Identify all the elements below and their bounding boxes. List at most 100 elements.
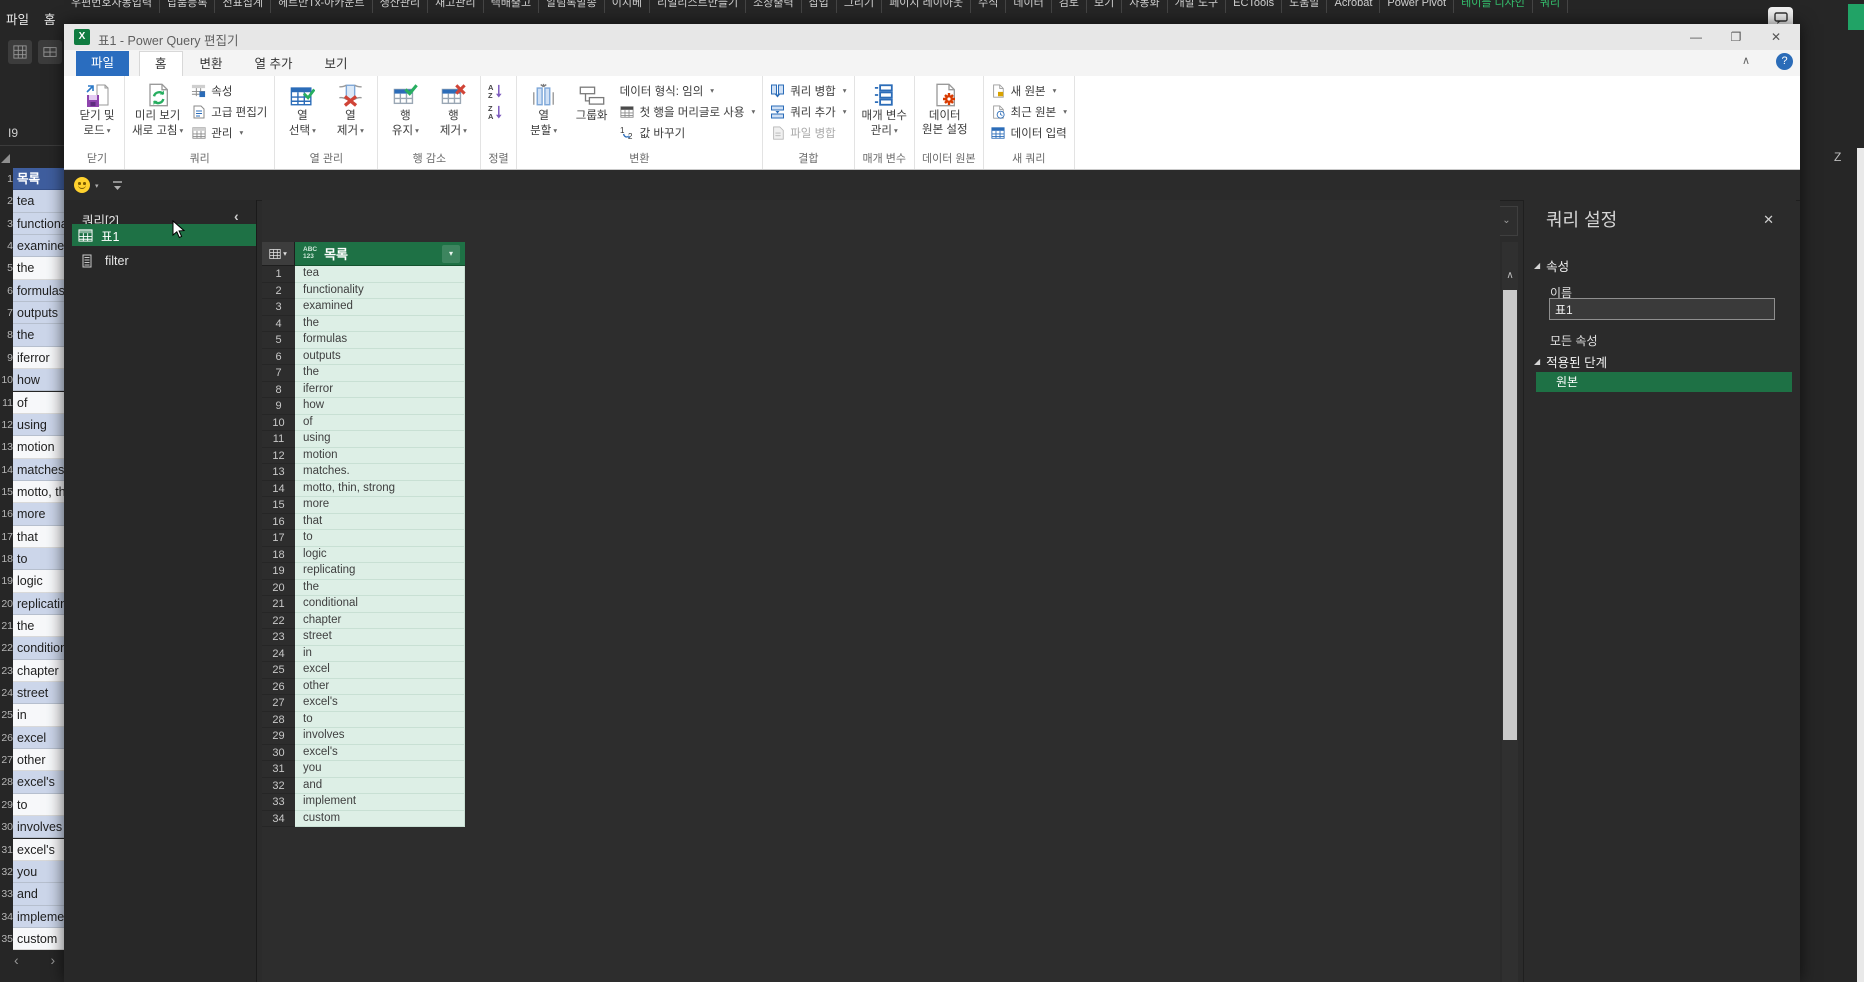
ribbon-button-변환-0[interactable]: 열 분할 ▾ xyxy=(520,77,568,149)
data-type-badge[interactable]: ABC 123 xyxy=(303,246,317,260)
grid-cell[interactable]: using xyxy=(295,431,465,448)
grid-cell[interactable]: motto, thin, strong xyxy=(295,480,465,497)
grid-cell[interactable]: involves xyxy=(295,728,465,745)
pq-menu-tab-1[interactable]: 홈 xyxy=(139,51,183,76)
excel-tab-11[interactable]: 삽입 xyxy=(802,0,837,13)
grid-cell[interactable]: of xyxy=(295,414,465,431)
excel-cell[interactable]: motto, thin, strong xyxy=(13,480,64,504)
row-number[interactable]: 2 xyxy=(262,283,295,299)
ribbon-collapse-icon[interactable]: ∧ xyxy=(1742,54,1750,67)
excel-tab-13[interactable]: 페이지 레이아웃 xyxy=(882,0,972,13)
ribbon-button-매개 변수-0[interactable]: 매개 변수 관리 ▾ xyxy=(858,77,912,149)
ribbon-button-데이터 형식: 임의[interactable]: 데이터 형식: 임의 ▾ xyxy=(616,80,760,101)
grid-cell[interactable]: logic xyxy=(295,546,465,563)
excel-tab-4[interactable]: 생산관리 xyxy=(373,0,429,13)
excel-cell[interactable]: you xyxy=(13,860,64,884)
excel-cell[interactable]: custom xyxy=(13,927,64,951)
ribbon-button-최근 원본[interactable]: 최근 원본 ▾ xyxy=(987,101,1071,122)
excel-cell[interactable]: to xyxy=(13,793,64,817)
excel-tab-9[interactable]: 리얼리스트만들기 xyxy=(650,0,747,13)
excel-tab-23[interactable]: Power Pivot xyxy=(1380,0,1455,13)
grid-cell[interactable]: more xyxy=(295,497,465,514)
excel-cell[interactable]: excel xyxy=(13,726,64,750)
excel-vertical-scrollbar[interactable] xyxy=(1857,148,1864,982)
row-number[interactable]: 9 xyxy=(262,398,295,415)
grid-cell[interactable]: matches. xyxy=(295,464,465,481)
excel-cell[interactable]: formulas xyxy=(13,279,64,303)
row-number[interactable]: 26 xyxy=(262,679,295,695)
excel-cell[interactable]: the xyxy=(13,615,64,638)
help-icon[interactable]: ? xyxy=(1776,53,1793,70)
row-number[interactable]: 24 xyxy=(262,646,295,662)
row-number[interactable]: 19 xyxy=(262,563,295,580)
row-number[interactable]: 13 xyxy=(262,464,295,481)
excel-tab-12[interactable]: 그리기 xyxy=(837,0,883,13)
row-number[interactable]: 27 xyxy=(262,695,295,712)
grid-cell[interactable]: outputs xyxy=(295,348,465,365)
pq-menu-tab-2[interactable]: 변환 xyxy=(185,52,238,76)
grid-cell[interactable]: custom xyxy=(295,810,465,827)
grid-cell[interactable]: you xyxy=(295,761,465,778)
grid-vertical-scrollbar[interactable]: ∧ xyxy=(1502,242,1518,982)
customize-qat-icon[interactable] xyxy=(112,179,123,197)
excel-tab-18[interactable]: 자동화 xyxy=(1122,0,1168,13)
excel-tab-15[interactable]: 데이터 xyxy=(1006,0,1052,13)
ribbon-button-sort-az-icon[interactable]: AZ xyxy=(484,80,507,101)
excel-cell[interactable]: motion xyxy=(13,436,64,459)
pq-menu-tab-0[interactable]: 파일 xyxy=(76,51,130,76)
excel-cell[interactable]: the xyxy=(13,257,64,280)
row-number[interactable]: 33 xyxy=(262,794,295,811)
row-number[interactable]: 6 xyxy=(262,349,295,365)
excel-tab-3[interactable]: 헤르만Tx-아카운트 xyxy=(271,0,373,13)
excel-cell[interactable]: excel's xyxy=(13,771,64,794)
grid-cell[interactable]: the xyxy=(295,365,465,382)
ribbon-button-쿼리 병합[interactable]: 쿼리 병합 ▾ xyxy=(766,80,850,101)
grid-cell[interactable]: examined xyxy=(295,299,465,316)
row-number[interactable]: 5 xyxy=(262,332,295,349)
row-number[interactable]: 20 xyxy=(262,580,295,596)
excel-cell[interactable]: functionality xyxy=(13,212,64,236)
row-number[interactable]: 31 xyxy=(262,761,295,778)
applied-steps-section-header[interactable]: ◢ 적용된 단계 xyxy=(1534,352,1607,371)
excel-cell[interactable]: street xyxy=(13,682,64,705)
query-name-input[interactable] xyxy=(1549,298,1775,320)
excel-tab-2[interactable]: 전표집계 xyxy=(215,0,271,13)
ribbon-button-닫기-0[interactable]: 닫기 및 로드 ▾ xyxy=(73,77,121,149)
scrollbar-thumb[interactable] xyxy=(1503,290,1517,740)
grid-cell[interactable]: and xyxy=(295,777,465,794)
scroll-up-icon[interactable]: ∧ xyxy=(1502,270,1518,281)
ribbon-button-sort-za-icon[interactable]: ZA xyxy=(484,101,507,122)
row-number[interactable]: 14 xyxy=(262,481,295,497)
ribbon-button-쿼리-0[interactable]: 미리 보기 새로 고침 ▾ xyxy=(128,77,187,149)
row-number[interactable]: 23 xyxy=(262,629,295,646)
pq-menu-tab-4[interactable]: 보기 xyxy=(310,52,363,76)
grid-cell[interactable]: replicating xyxy=(295,563,465,580)
ribbon-button-첫 행을 머리글로 사용[interactable]: 첫 행을 머리글로 사용 ▾ xyxy=(616,101,760,122)
grid-cell[interactable]: formulas xyxy=(295,332,465,349)
row-number[interactable]: 16 xyxy=(262,514,295,530)
ribbon-button-행 감소-0[interactable]: 행 유지 ▾ xyxy=(381,77,429,149)
ribbon-button-열 관리-1[interactable]: 열 제거 ▾ xyxy=(326,77,374,149)
grid-cell[interactable]: how xyxy=(295,398,465,415)
excel-tab-home[interactable]: 홈 xyxy=(44,9,56,28)
ribbon-button-데이터 입력[interactable]: 데이터 입력 xyxy=(987,122,1071,143)
grid-cell[interactable]: the xyxy=(295,315,465,332)
applied-step-source[interactable]: 원본 xyxy=(1536,372,1792,392)
minimize-button[interactable]: — xyxy=(1676,24,1716,50)
share-button[interactable] xyxy=(1848,4,1864,30)
excel-cell[interactable]: using xyxy=(13,413,64,437)
row-number[interactable]: 8 xyxy=(262,382,295,398)
excel-sheet-nav[interactable]: ‹ › xyxy=(14,952,69,968)
column-filter-icon[interactable]: ▾ xyxy=(442,244,460,263)
excel-cell[interactable]: excel's xyxy=(13,838,64,861)
grid-cell[interactable]: implement xyxy=(295,794,465,811)
ribbon-button-관리[interactable]: 관리 ▾ xyxy=(187,122,271,143)
query-item-table1[interactable]: 표1 xyxy=(72,224,256,246)
excel-select-all-corner[interactable] xyxy=(1,154,10,163)
feedback-smiley-icon[interactable] xyxy=(74,177,90,193)
excel-tab-file[interactable]: 파일 xyxy=(6,9,29,28)
all-properties-link[interactable]: 모든 속성 xyxy=(1550,332,1598,349)
excel-tab-24[interactable]: 테이블 디자인 xyxy=(1454,0,1533,13)
excel-tab-25[interactable]: 쿼리 xyxy=(1533,0,1569,13)
excel-cell[interactable]: tea xyxy=(13,190,64,213)
